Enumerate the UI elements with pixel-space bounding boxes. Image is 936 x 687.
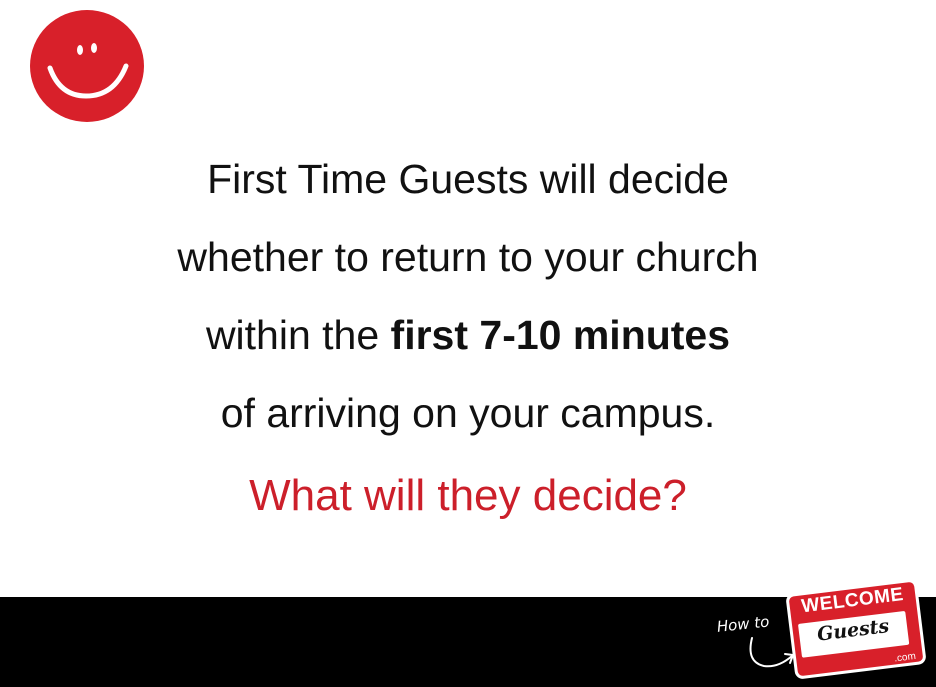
message-line-2: whether to return to your church <box>177 234 759 280</box>
message-line-4: of arriving on your campus. <box>220 390 716 436</box>
message-line-1: First Time Guests will decide <box>207 156 729 202</box>
question-text: What will they decide? <box>249 471 687 520</box>
slide: First Time Guests will decide whether to… <box>0 0 936 687</box>
curved-arrow-icon <box>749 637 794 668</box>
main-message: First Time Guests will decide whether to… <box>0 140 936 452</box>
message-highlight: first 7-10 minutes <box>390 312 731 358</box>
message-line-3: within the first 7-10 minutes <box>0 296 936 374</box>
smiley-face-icon <box>30 10 144 122</box>
message-line-3-prefix: within the <box>205 312 391 358</box>
welcome-guests-logo: WELCOME Guests .com <box>785 578 927 680</box>
